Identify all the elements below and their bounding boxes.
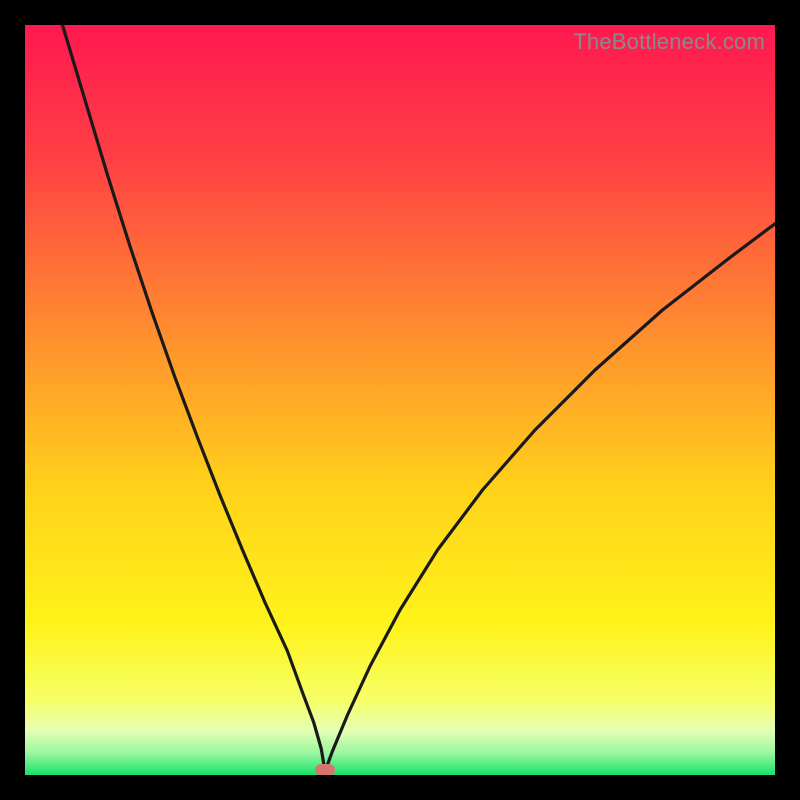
- plot-area: [25, 25, 775, 775]
- watermark-label: TheBottleneck.com: [573, 29, 765, 55]
- chart-frame: TheBottleneck.com: [25, 25, 775, 775]
- optimal-marker: [315, 764, 335, 775]
- bottleneck-curve: [25, 25, 775, 775]
